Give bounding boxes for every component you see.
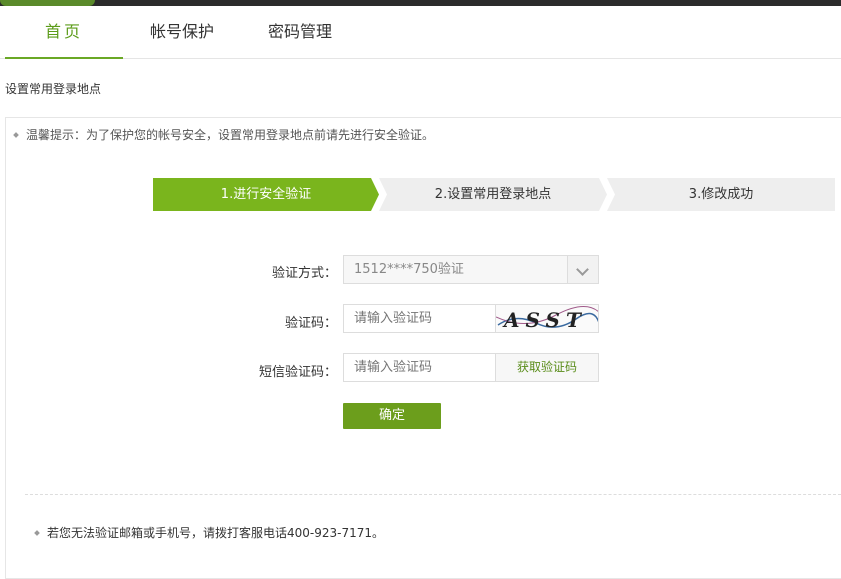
get-sms-code-button[interactable]: 获取验证码 [495,353,599,382]
tab-password-management[interactable]: 密码管理 [241,6,359,58]
dropdown-toggle[interactable] [567,256,598,283]
captcha-text: ASST [502,308,587,332]
sms-code-input[interactable] [343,353,496,382]
tip-line: 温馨提示：为了保护您的帐号安全，设置常用登录地点前请先进行安全验证。 [13,126,435,143]
bullet-icon [13,131,19,138]
captcha-image[interactable]: ASST [495,304,599,333]
step-success: 3.修改成功 [607,178,835,211]
bullet-icon [34,529,40,536]
tab-account-protection[interactable]: 帐号保护 [123,6,241,58]
method-label: 验证方式： [271,266,337,281]
step-set-location: 2.设置常用登录地点 [379,178,607,211]
main-tabs: 首页 帐号保护 密码管理 [0,6,841,59]
page-title: 设置常用登录地点 [5,82,102,96]
progress-steps: 1.进行安全验证 2.设置常用登录地点 3.修改成功 [153,178,835,211]
captcha-label: 验证码： [284,316,337,331]
tip-text: 温馨提示：为了保护您的帐号安全，设置常用登录地点前请先进行安全验证。 [26,128,435,142]
tab-home[interactable]: 首页 [5,6,123,59]
method-value: 1512****750验证 [354,262,464,277]
confirm-button[interactable]: 确定 [343,403,441,429]
footer-tip: 若您无法验证邮箱或手机号，请拨打客服电话400-923-7171。 [34,524,385,541]
chevron-down-icon [576,263,589,276]
footer-tip-text: 若您无法验证邮箱或手机号，请拨打客服电话400-923-7171。 [47,526,385,540]
divider [25,494,841,495]
sms-label: 短信验证码： [258,365,337,380]
captcha-graphic: ASST [496,306,598,332]
captcha-input[interactable] [343,304,496,333]
verification-method-select[interactable]: 1512****750验证 [343,255,599,284]
step-verify: 1.进行安全验证 [153,178,379,211]
